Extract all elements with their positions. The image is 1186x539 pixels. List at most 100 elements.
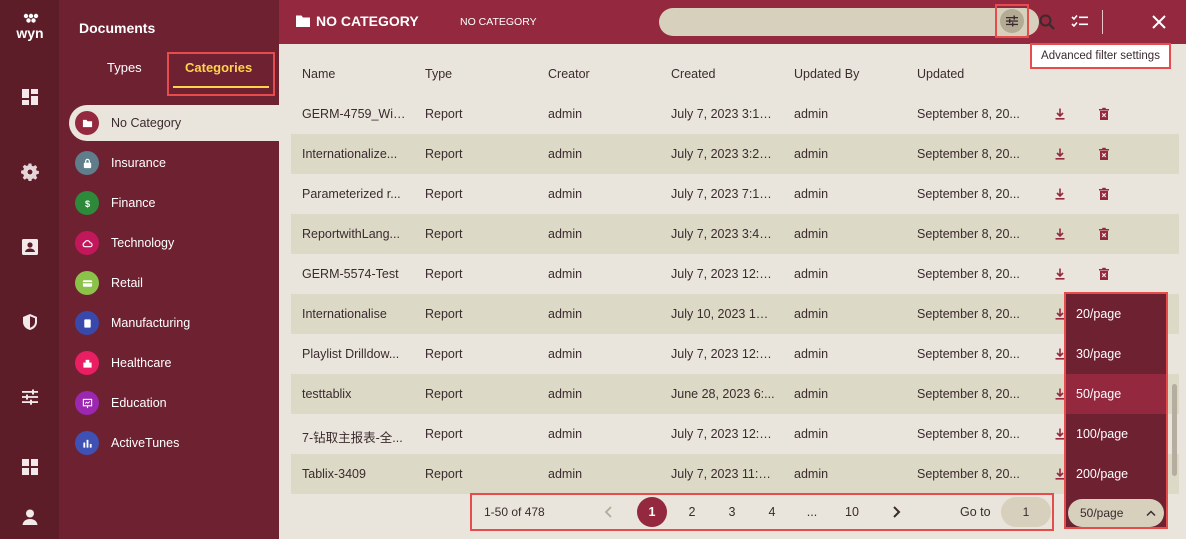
cell-name[interactable]: Parameterized r... xyxy=(302,187,406,201)
delete-icon[interactable] xyxy=(1097,107,1111,121)
checklist-icon[interactable] xyxy=(1071,13,1089,31)
category-item-finance[interactable]: $ Finance xyxy=(69,185,279,221)
delete-icon[interactable] xyxy=(1097,147,1111,161)
advanced-filter-button[interactable] xyxy=(995,4,1029,38)
category-item-insurance[interactable]: Insurance xyxy=(69,145,279,181)
cell-name[interactable]: Playlist Drilldow... xyxy=(302,347,406,361)
panel-title: Documents xyxy=(79,20,156,36)
search-icon[interactable] xyxy=(1037,12,1057,32)
table-row[interactable]: ReportwithLang... Report admin July 7, 2023… xyxy=(291,214,1179,254)
search-input[interactable] xyxy=(659,8,1039,36)
table-row[interactable]: GERM-4759_Wit... Report admin July 7, 2023 … xyxy=(291,94,1179,134)
grid-icon[interactable] xyxy=(17,454,43,480)
download-icon[interactable] xyxy=(1053,147,1067,161)
download-icon[interactable] xyxy=(1053,187,1067,201)
page-size-option[interactable]: 100/page xyxy=(1066,414,1166,454)
category-item-manufacturing[interactable]: Manufacturing xyxy=(69,305,279,341)
column-header-created[interactable]: Created xyxy=(671,67,715,81)
table-row[interactable]: Internationalize... Report admin July 7, 20… xyxy=(291,134,1179,174)
content-header: NO CATEGORY NO CATEGORY xyxy=(279,0,1186,44)
cell-name[interactable]: testtablix xyxy=(302,387,406,401)
close-icon[interactable] xyxy=(1150,13,1168,31)
shield-icon[interactable] xyxy=(17,309,43,335)
cell-name[interactable]: ReportwithLang... xyxy=(302,227,406,241)
goto-page-input[interactable] xyxy=(1001,497,1051,527)
category-item-activetunes[interactable]: ActiveTunes xyxy=(69,425,279,461)
delete-icon[interactable] xyxy=(1097,187,1111,201)
cell-name[interactable]: Tablix-3409 xyxy=(302,467,406,481)
column-header-type[interactable]: Type xyxy=(425,67,452,81)
cell-creator: admin xyxy=(548,187,583,201)
wyn-logo[interactable]: wyn xyxy=(9,12,51,42)
table-row[interactable]: testtablix Report admin June 28, 2023 6:...… xyxy=(291,374,1179,414)
table-row[interactable]: Parameterized r... Report admin July 7, 202… xyxy=(291,174,1179,214)
cell-updated-by: admin xyxy=(794,227,829,241)
dashboard-icon[interactable] xyxy=(17,84,43,110)
page-ellipsis[interactable]: ... xyxy=(797,497,827,527)
cell-name[interactable]: Internationalize... xyxy=(302,147,406,161)
cell-creator: admin xyxy=(548,427,583,441)
cell-created: July 7, 2023 11:4... xyxy=(671,467,775,481)
cell-updated: September 8, 20... xyxy=(917,187,1020,201)
tab-types[interactable]: Types xyxy=(107,60,142,75)
category-item-education[interactable]: Education xyxy=(69,385,279,421)
category-item-retail[interactable]: Retail xyxy=(69,265,279,301)
download-icon[interactable] xyxy=(1053,267,1067,281)
column-header-name[interactable]: Name xyxy=(302,67,335,81)
category-item-technology[interactable]: Technology xyxy=(69,225,279,261)
cell-name[interactable]: 7-钻取主报表-全... xyxy=(302,427,406,446)
cell-type: Report xyxy=(425,227,463,241)
dropdown-scrollbar[interactable] xyxy=(1172,384,1177,476)
delete-icon[interactable] xyxy=(1097,227,1111,241)
column-header-creator[interactable]: Creator xyxy=(548,67,590,81)
cloud-icon xyxy=(75,231,99,255)
cell-type: Report xyxy=(425,187,463,201)
table-header: Name Type Creator Created Updated By Upd… xyxy=(279,54,1179,94)
pagination-range: 1-50 of 478 xyxy=(484,505,545,519)
cell-type: Report xyxy=(425,427,463,441)
cell-created: July 7, 2023 7:16... xyxy=(671,187,775,201)
column-header-updated[interactable]: Updated xyxy=(917,67,964,81)
category-label: Technology xyxy=(111,236,175,250)
table-row[interactable]: 7-钻取主报表-全... Report admin July 7, 2023 12:2… xyxy=(291,414,1179,454)
download-icon[interactable] xyxy=(1053,107,1067,121)
cell-name[interactable]: Internationalise xyxy=(302,307,406,321)
gear-icon[interactable] xyxy=(17,159,43,185)
category-item-no-category[interactable]: No Category xyxy=(69,105,279,141)
cell-type: Report xyxy=(425,107,463,121)
hospital-icon xyxy=(75,351,99,375)
column-header-updated-by[interactable]: Updated By xyxy=(794,67,859,81)
page-size-option[interactable]: 30/page xyxy=(1066,334,1166,374)
table-row[interactable]: Internationalise Report admin July 10, 2023… xyxy=(291,294,1179,334)
page-size-option[interactable]: 20/page xyxy=(1066,294,1166,334)
folder-icon xyxy=(75,111,99,135)
page-button[interactable]: 4 xyxy=(757,497,787,527)
page-size-select[interactable]: 50/page xyxy=(1068,499,1164,527)
category-item-healthcare[interactable]: Healthcare xyxy=(69,345,279,381)
table-row[interactable]: GERM-5574-Test Report admin July 7, 2023 12… xyxy=(291,254,1179,294)
page-button-current[interactable]: 1 xyxy=(637,497,667,527)
cell-name[interactable]: GERM-5574-Test xyxy=(302,267,406,281)
user-icon[interactable] xyxy=(17,504,43,530)
chevron-right-icon[interactable] xyxy=(887,503,905,521)
table-row[interactable]: Playlist Drilldow... Report admin July 7, 2… xyxy=(291,334,1179,374)
tab-categories[interactable]: Categories xyxy=(167,52,275,96)
delete-icon[interactable] xyxy=(1097,267,1111,281)
cell-name[interactable]: GERM-4759_Wit... xyxy=(302,107,406,121)
table-row[interactable]: Tablix-3409 Report admin July 7, 2023 11:4.… xyxy=(291,454,1179,494)
cell-updated: September 8, 20... xyxy=(917,427,1020,441)
download-icon[interactable] xyxy=(1053,227,1067,241)
cell-created: June 28, 2023 6:... xyxy=(671,387,775,401)
pagination: 1-50 of 478 1 2 3 4 ... 10 Go to xyxy=(470,493,1054,531)
cell-creator: admin xyxy=(548,467,583,481)
page-button[interactable]: 3 xyxy=(717,497,747,527)
cell-created: July 7, 2023 12:2... xyxy=(671,427,775,441)
contact-card-icon[interactable] xyxy=(17,234,43,260)
page-size-option-selected[interactable]: 50/page xyxy=(1066,374,1166,414)
chevron-left-icon[interactable] xyxy=(600,503,618,521)
cell-type: Report xyxy=(425,267,463,281)
page-button[interactable]: 2 xyxy=(677,497,707,527)
page-size-option[interactable]: 200/page xyxy=(1066,454,1166,494)
page-button[interactable]: 10 xyxy=(837,497,867,527)
sliders-icon[interactable] xyxy=(17,384,43,410)
